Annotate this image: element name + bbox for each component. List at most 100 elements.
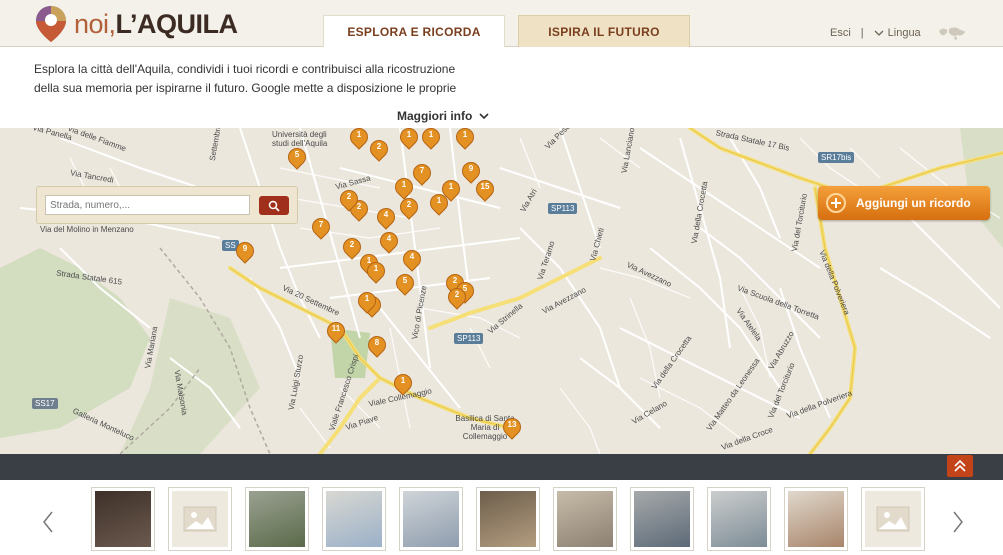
pin-count: 7 [419,166,425,175]
pin-count: 4 [383,210,389,219]
photo-image [634,491,690,547]
memory-pin[interactable]: 2 [366,136,392,162]
memory-pin[interactable]: 4 [399,246,425,272]
memory-pin[interactable]: 5 [284,144,310,170]
more-info-toggle[interactable]: Maggiori info [397,109,489,123]
language-selector[interactable]: Lingua [874,27,921,39]
memory-pin[interactable]: 1 [390,370,416,396]
road-label: Via del Molino in Menzano [40,225,134,234]
memory-pin[interactable]: 5 [392,270,418,296]
logo-pin-icon [36,6,66,42]
pin-count: 4 [409,252,415,261]
image-placeholder-icon [865,491,921,547]
pin-count: 1 [462,130,468,139]
tab-ispira[interactable]: ISPIRA IL FUTURO [518,15,690,48]
search-panel [36,186,298,224]
memory-pin[interactable]: 2 [336,186,362,212]
pin-count: 2 [454,290,460,299]
pin-count: 1 [400,376,406,385]
memory-pin[interactable]: 7 [308,214,334,240]
map-roads [0,128,1003,454]
memory-pin[interactable]: 2 [339,234,365,260]
memory-pin[interactable]: 2 [444,284,470,310]
memory-pin[interactable]: 8 [364,332,390,358]
double-chevron-up-icon [954,459,966,472]
previous-arrow[interactable] [42,510,54,541]
pin-count: 15 [480,182,490,191]
photo-thumbnail[interactable] [553,487,617,551]
photo-thumbnail[interactable] [322,487,386,551]
road-label: Università degli studi dell'Aquila [272,130,328,148]
photo-thumbnail[interactable] [630,487,694,551]
map[interactable]: Via Panella Via delle Fiamme Settembre V… [0,128,1003,454]
photo-thumbnail[interactable] [707,487,771,551]
memory-pin[interactable]: 1 [354,288,380,314]
memory-pin[interactable]: 1 [426,190,452,216]
chevron-right-icon [953,511,963,533]
photo-thumbnail[interactable] [784,487,848,551]
memory-pin[interactable]: 7 [409,160,435,186]
search-button[interactable] [259,196,289,215]
photo-thumbnail[interactable] [476,487,540,551]
pin-count: 5 [402,276,408,285]
photo-thumbnail[interactable] [861,487,925,551]
memory-pin[interactable]: 1 [346,128,372,150]
memory-pin[interactable]: 9 [232,238,258,264]
exit-link[interactable]: Esci [830,27,851,39]
brand-name: noi,L’AQUILA [74,9,238,40]
photo-thumbnail[interactable] [399,487,463,551]
photo-image [557,491,613,547]
pin-count: 1 [356,130,362,139]
chevron-left-icon [43,511,53,533]
photo-image [95,491,151,547]
brand-prefix: noi, [74,8,116,39]
photo-image [249,491,305,547]
photo-thumbnail[interactable] [168,487,232,551]
logo[interactable]: noi,L’AQUILA [34,4,238,44]
pin-count: 2 [346,192,352,201]
road-shield: SP113 [548,203,578,214]
memory-pin[interactable]: 1 [363,258,389,284]
memory-pin[interactable]: 1 [452,128,478,150]
more-info-label: Maggiori info [397,109,473,123]
pin-count: 2 [376,142,382,151]
pin-count: 9 [242,244,248,253]
memory-pin[interactable]: 1 [396,128,422,150]
chevron-down-icon [479,113,489,120]
pin-count: 1 [428,130,434,139]
top-links: Esci | Lingua [830,25,967,41]
search-input[interactable] [45,195,250,215]
photo-thumbnails [0,480,1003,555]
next-arrow[interactable] [952,510,964,541]
photo-image [326,491,382,547]
photo-image [403,491,459,547]
memory-pin[interactable]: 2 [396,194,422,220]
road-shield: SS17 [32,398,58,409]
photo-image [480,491,536,547]
pin-count: 5 [294,150,300,159]
memory-pin[interactable]: 15 [472,176,498,202]
brand-city: L’AQUILA [115,8,239,39]
road-shield: SR17bis [818,152,855,163]
search-icon [268,200,280,212]
memory-pin[interactable]: 11 [323,318,349,344]
tab-esplora[interactable]: ESPLORA E RICORDA [323,15,505,48]
photo-thumbnail[interactable] [91,487,155,551]
memory-pin[interactable]: 4 [376,228,402,254]
memory-pin[interactable]: 1 [418,128,444,150]
pin-count: 1 [448,182,454,191]
header: noi,L’AQUILA ESPLORA E RICORDA ISPIRA IL… [0,0,1003,48]
pin-count: 11 [331,324,341,333]
pin-count: 1 [401,180,407,189]
pin-count: 9 [468,164,474,173]
photo-image [788,491,844,547]
photo-strip-banner [0,454,1003,480]
separator: | [860,27,864,39]
collapse-strip-button[interactable] [947,455,973,477]
memory-pin[interactable]: 4 [373,204,399,230]
pin-count: 4 [386,234,392,243]
memory-pin[interactable]: 13 [499,414,525,440]
add-memory-button[interactable]: Aggiungi un ricordo [818,186,990,220]
photo-thumbnail[interactable] [245,487,309,551]
pin-count: 8 [374,338,380,347]
